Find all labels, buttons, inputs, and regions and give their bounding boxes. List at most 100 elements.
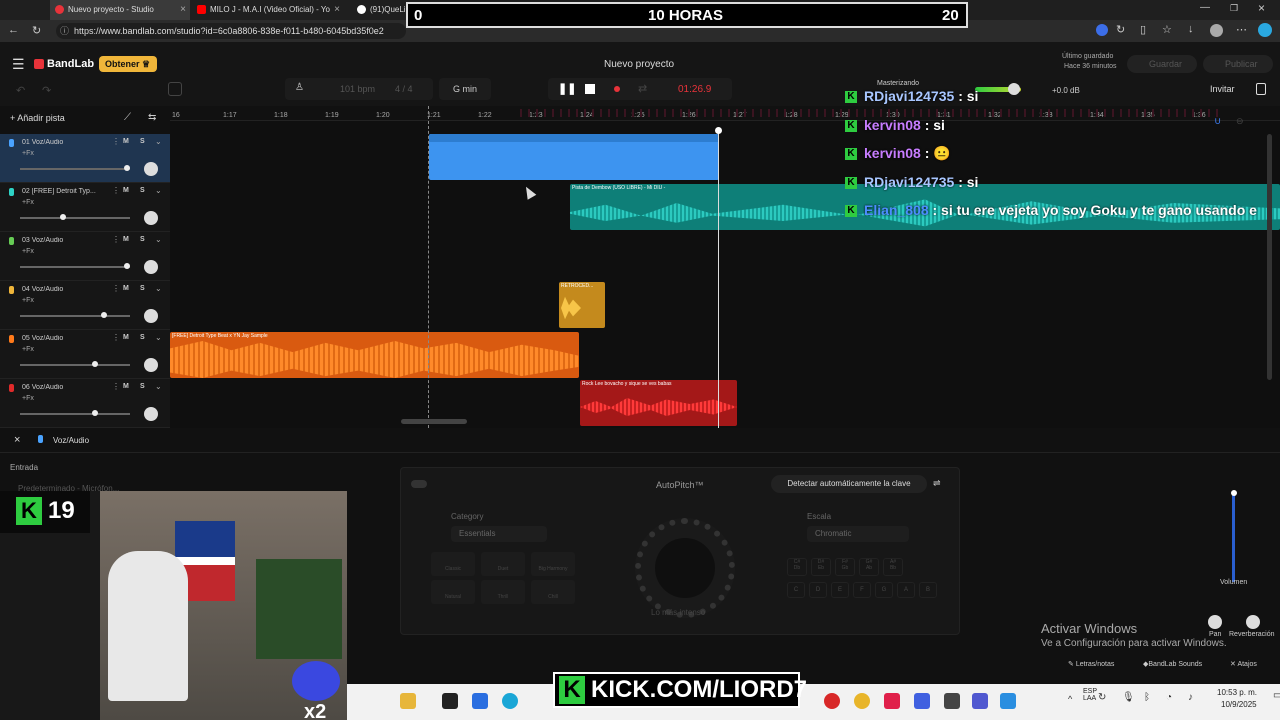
mute-button[interactable]: M — [123, 383, 129, 390]
notepad-icon[interactable] — [1000, 693, 1016, 709]
reverb-knob[interactable] — [1246, 615, 1260, 629]
mastering-label[interactable]: Masterizando — [877, 80, 919, 87]
extension-icon[interactable] — [1096, 24, 1108, 36]
add-fx-button[interactable]: +Fx — [22, 199, 34, 206]
tray-bluetooth-icon[interactable]: ᛒ — [1144, 692, 1150, 703]
preset-button[interactable]: Chill — [531, 580, 575, 604]
horizontal-scrollbar[interactable] — [401, 419, 467, 424]
add-fx-button[interactable]: +Fx — [22, 297, 34, 304]
file-explorer-icon[interactable] — [400, 693, 416, 709]
bandlab-sounds-button[interactable]: ◆BandLab Sounds — [1143, 660, 1202, 668]
note-key[interactable]: A — [897, 582, 915, 598]
chevron-down-icon[interactable]: ⌄ — [155, 284, 162, 293]
note-key[interactable]: C# Db — [787, 558, 807, 576]
tray-sync-icon[interactable]: ↻ — [1098, 692, 1106, 703]
discord-icon[interactable] — [914, 693, 930, 709]
chevron-down-icon[interactable]: ⌄ — [155, 186, 162, 195]
chrome-icon[interactable] — [854, 693, 870, 709]
track-options-icon[interactable]: ⋮ — [112, 186, 120, 195]
clip-track-4[interactable]: RETROCED... — [559, 282, 605, 328]
mute-button[interactable]: M — [123, 187, 129, 194]
pause-icon[interactable]: ❚❚ — [558, 82, 576, 95]
preset-button[interactable]: Duet — [481, 552, 525, 576]
track-pan-knob[interactable] — [144, 309, 158, 323]
split-screen-icon[interactable]: ▯ — [1140, 23, 1146, 36]
more-icon[interactable]: ⋯ — [1236, 23, 1247, 36]
track-volume-slider[interactable] — [20, 165, 130, 171]
publish-button[interactable]: Publicar — [1203, 55, 1273, 73]
copilot-icon[interactable] — [1258, 23, 1272, 37]
track-options-icon[interactable]: ⋮ — [112, 137, 120, 146]
mute-button[interactable]: M — [123, 236, 129, 243]
language-indicator[interactable]: ESP LAA — [1083, 688, 1097, 702]
track-volume-slider[interactable] — [20, 312, 130, 318]
track-header[interactable]: 03 Voz/Audio +Fx ⋮ M S ⌄ — [0, 232, 170, 281]
volume-fader-knob[interactable] — [1231, 490, 1237, 496]
notifications-icon[interactable]: ▭ — [1273, 690, 1280, 701]
close-window-icon[interactable]: × — [1258, 1, 1265, 15]
track-header[interactable]: 06 Voz/Audio +Fx ⋮ M S ⌄ — [0, 379, 170, 428]
edge-icon[interactable] — [502, 693, 518, 709]
track-volume-slider[interactable] — [20, 263, 130, 269]
track-pan-knob[interactable] — [144, 358, 158, 372]
capcut-icon[interactable] — [884, 693, 900, 709]
mute-button[interactable]: M — [123, 334, 129, 341]
minimize-icon[interactable]: — — [1200, 2, 1210, 13]
obs-icon[interactable] — [944, 693, 960, 709]
solo-button[interactable]: S — [140, 187, 145, 194]
site-info-icon[interactable]: ⓘ — [60, 23, 69, 39]
tray-chevron-icon[interactable]: ^ — [1068, 694, 1072, 704]
teams-icon[interactable] — [972, 693, 988, 709]
track-volume-knob[interactable] — [92, 410, 98, 416]
track-pan-knob[interactable] — [144, 407, 158, 421]
tab-youtube[interactable]: MILO J - M.A.I (Video Oficial) - Yo × — [192, 0, 344, 20]
loop-icon[interactable]: ⇄ — [638, 82, 647, 95]
detect-key-button[interactable]: Detectar automáticamente la clave — [771, 475, 927, 493]
chevron-down-icon[interactable]: ⌄ — [155, 235, 162, 244]
solo-button[interactable]: S — [140, 334, 145, 341]
volume-fader[interactable] — [1232, 492, 1235, 582]
intensity-knob[interactable] — [635, 518, 735, 618]
add-fx-button[interactable]: +Fx — [22, 248, 34, 255]
preset-button[interactable]: Natural — [431, 580, 475, 604]
track-pan-knob[interactable] — [144, 260, 158, 274]
track-header[interactable]: 02 [FREE] Detroit Typ... +Fx ⋮ M S ⌄ — [0, 183, 170, 232]
chevron-down-icon[interactable]: ⌄ — [155, 382, 162, 391]
preset-button[interactable]: Classic — [431, 552, 475, 576]
solo-button[interactable]: S — [140, 138, 145, 145]
settings-sliders-icon[interactable]: ⇌ — [933, 478, 941, 489]
maximize-icon[interactable]: ❐ — [1230, 3, 1238, 14]
track-pan-knob[interactable] — [144, 162, 158, 176]
clip-track-6[interactable]: Rock Lee bovacho y sique se ves babas — [580, 380, 737, 426]
track-options-icon[interactable]: ⋮ — [112, 235, 120, 244]
reload-icon[interactable]: ↻ — [32, 24, 41, 37]
track-volume-knob[interactable] — [92, 361, 98, 367]
stop-icon[interactable] — [585, 84, 595, 94]
preset-button[interactable]: Big Harmony — [531, 552, 575, 576]
note-key[interactable]: F# Gb — [835, 558, 855, 576]
chevron-down-icon[interactable]: ⌄ — [155, 137, 162, 146]
automation-icon[interactable]: ⟋ — [124, 112, 131, 123]
track-name[interactable]: 02 [FREE] Detroit Typ... — [22, 188, 104, 195]
undo-icon[interactable]: ↶ — [16, 84, 25, 97]
scale-select[interactable]: Chromatic — [807, 526, 909, 542]
time-signature[interactable]: 4 / 4 — [395, 84, 413, 94]
lyrics-button[interactable]: ✎ Letras/notas — [1068, 660, 1114, 668]
clock-time[interactable]: 10:53 p. m. — [1217, 688, 1257, 697]
close-icon[interactable]: × — [334, 0, 340, 20]
tray-wifi-icon[interactable]: ◔ — [1166, 692, 1172, 703]
track-volume-knob[interactable] — [124, 263, 130, 269]
bpm-value[interactable]: 101 bpm — [340, 84, 375, 94]
track-options-icon[interactable]: ⋮ — [112, 382, 120, 391]
autopitch-toggle[interactable] — [411, 480, 427, 488]
app-icon[interactable] — [442, 693, 458, 709]
solo-button[interactable]: S — [140, 236, 145, 243]
chevron-down-icon[interactable]: ⌄ — [155, 333, 162, 342]
track-pan-knob[interactable] — [144, 211, 158, 225]
clip-track-5[interactable]: [FREE] Detroit Type Beat x YN Jay Sample — [170, 332, 579, 378]
playhead-handle[interactable] — [715, 127, 722, 134]
add-fx-button[interactable]: +Fx — [22, 150, 34, 157]
loop-marker[interactable] — [428, 106, 429, 428]
track-header[interactable]: 04 Voz/Audio +Fx ⋮ M S ⌄ — [0, 281, 170, 330]
metronome-icon[interactable]: ♙ — [295, 82, 304, 93]
